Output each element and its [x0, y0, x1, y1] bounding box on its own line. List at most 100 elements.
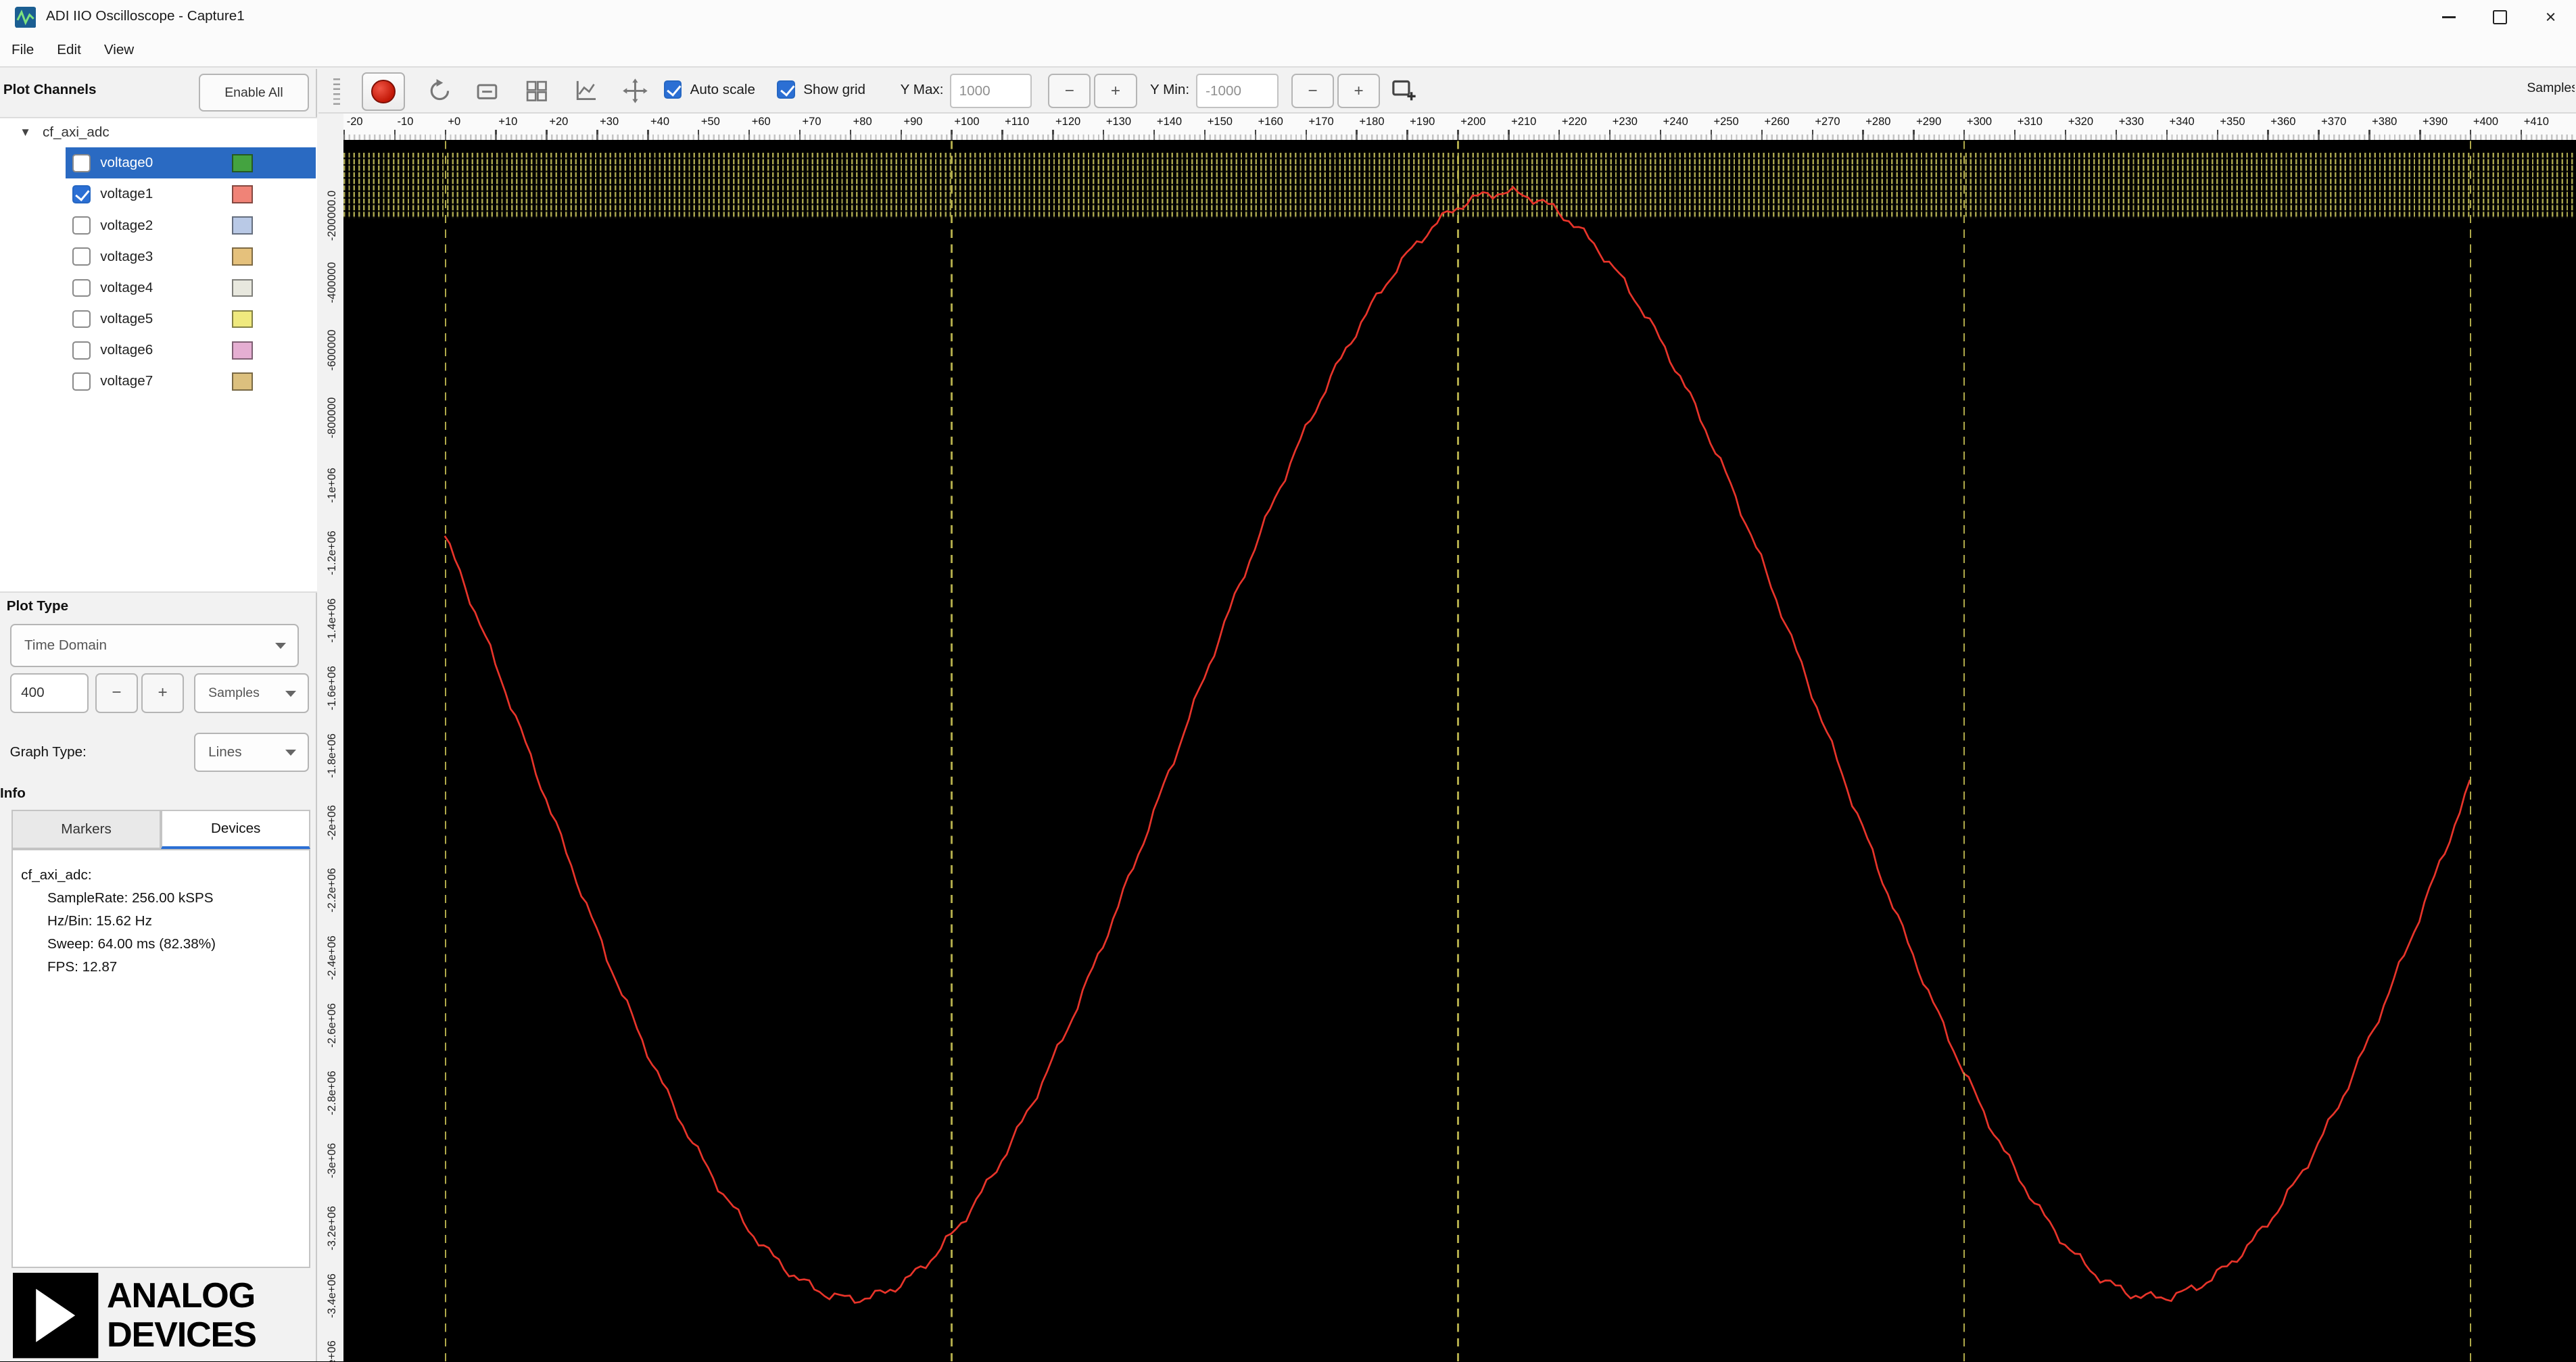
graph-type-select[interactable]: Lines	[193, 732, 309, 773]
tile-view-button[interactable]	[519, 74, 554, 108]
menu-file[interactable]: File	[0, 42, 45, 58]
x-tick	[1608, 129, 1611, 140]
y-max-decrement-button[interactable]: −	[1048, 74, 1091, 109]
y-tick-label: -1.6e+06	[325, 665, 338, 710]
show-grid-checkbox[interactable]	[777, 80, 796, 99]
y-tick-label: -2.4e+06	[325, 935, 338, 980]
x-tick	[2115, 129, 2118, 140]
tab-devices[interactable]: Devices	[161, 809, 311, 850]
minimize-button[interactable]	[2423, 0, 2474, 34]
channel-name: voltage4	[100, 279, 153, 295]
x-tick	[2318, 129, 2320, 140]
x-tick	[393, 129, 396, 140]
channel-row-voltage6[interactable]: voltage6	[0, 335, 317, 366]
y-min-increment-button[interactable]: +	[1337, 74, 1381, 109]
auto-fit-button[interactable]	[569, 74, 603, 108]
channel-row-voltage7[interactable]: voltage7	[0, 366, 317, 397]
y-tick-label: -3e+06	[325, 1142, 338, 1178]
info-tabs: Markers Devices	[11, 809, 311, 850]
x-tick-label: +30	[600, 115, 619, 128]
channel-row-voltage4[interactable]: voltage4	[0, 272, 317, 303]
sample-unit-select[interactable]: Samples	[193, 673, 309, 713]
y-max-input[interactable]: 1000	[949, 74, 1032, 109]
x-axis-unit-label[interactable]: Samples	[2527, 80, 2574, 96]
x-tick-label: +130	[1105, 115, 1132, 128]
sample-count-decrement-button[interactable]: −	[95, 673, 139, 713]
zoom-fit-button[interactable]	[422, 74, 456, 108]
channel-row-voltage5[interactable]: voltage5	[0, 303, 317, 335]
channel-row-voltage3[interactable]: voltage3	[0, 241, 317, 272]
channel-checkbox-voltage2[interactable]	[72, 216, 91, 235]
channel-row-voltage2[interactable]: voltage2	[0, 210, 317, 241]
plot-type-select[interactable]: Time Domain	[9, 624, 300, 667]
y-max-value: 1000	[959, 82, 991, 99]
channel-checkbox-voltage0[interactable]	[72, 153, 91, 172]
x-tick-label: +80	[853, 115, 872, 128]
channel-color-swatch	[231, 153, 254, 172]
channel-checkbox-voltage7[interactable]	[72, 372, 91, 391]
y-min-input[interactable]: -1000	[1196, 74, 1279, 109]
menu-view[interactable]: View	[93, 42, 145, 58]
sample-count-increment-button[interactable]: +	[141, 673, 185, 713]
x-tick-label: +210	[1511, 115, 1537, 128]
maximize-button[interactable]	[2475, 0, 2525, 34]
close-button[interactable]: ×	[2525, 0, 2576, 34]
x-tick-label: +310	[2017, 115, 2043, 128]
y-tick-label: -3.4e+06	[325, 1273, 338, 1318]
channel-checkbox-voltage4[interactable]	[72, 278, 91, 297]
vertical-gridline	[951, 139, 953, 1362]
device-name: cf_axi_adc	[42, 124, 110, 141]
channel-row-voltage1[interactable]: voltage1	[0, 178, 317, 210]
y-tick-label: -1.4e+06	[325, 598, 338, 643]
channel-name: voltage0	[100, 155, 153, 171]
y-tick-label: -2e+06	[325, 805, 338, 841]
x-tick	[1102, 129, 1105, 140]
x-tick	[1406, 129, 1408, 140]
x-tick-label: +380	[2372, 115, 2398, 128]
plot-area[interactable]	[343, 139, 2576, 1362]
channel-tree: ▼ cf_axi_adc voltage0 voltage1 voltage2 vol…	[0, 116, 317, 593]
app-icon	[14, 6, 37, 28]
sample-count-input[interactable]: 400	[9, 673, 89, 713]
zoom-out-button[interactable]	[470, 74, 504, 108]
x-tick	[1659, 129, 1662, 140]
channel-checkbox-voltage5[interactable]	[72, 310, 91, 329]
expander-icon[interactable]: ▼	[20, 126, 31, 139]
channel-checkbox-voltage6[interactable]	[72, 341, 91, 360]
x-tick-label: -10	[397, 115, 414, 128]
waveform-trace	[444, 185, 2471, 1304]
new-plot-button[interactable]	[1387, 72, 1421, 107]
y-min-decrement-button[interactable]: −	[1291, 74, 1335, 109]
channel-color-swatch	[231, 247, 254, 266]
enable-all-button[interactable]: Enable All	[199, 74, 309, 112]
y-max-increment-button[interactable]: +	[1094, 74, 1137, 109]
adi-logo-text: ANALOG DEVICES	[107, 1276, 257, 1359]
capture-button[interactable]	[361, 72, 406, 112]
x-tick-label: +290	[1916, 115, 1942, 128]
channel-color-swatch	[231, 216, 254, 235]
x-tick	[1963, 129, 1965, 140]
x-tick	[1356, 129, 1358, 140]
tab-markers[interactable]: Markers	[11, 809, 162, 850]
pan-button[interactable]	[618, 74, 652, 108]
x-tick	[495, 129, 497, 140]
auto-scale-checkbox[interactable]	[663, 80, 682, 99]
x-tick-label: +0	[448, 115, 461, 128]
x-tick	[1254, 129, 1257, 140]
channel-checkbox-voltage1[interactable]	[72, 185, 91, 203]
oscilloscope-window: ADI IIO Oscilloscope - Capture1 × File Ed…	[0, 0, 2576, 1362]
toolbar-grip[interactable]	[333, 77, 340, 105]
channel-row-voltage0[interactable]: voltage0	[0, 147, 317, 179]
device-tree-row[interactable]: ▼ cf_axi_adc	[0, 118, 317, 148]
sidebar: Plot Channels Enable All ▼ cf_axi_adc vo…	[0, 69, 317, 1362]
x-tick	[343, 129, 345, 140]
channel-color-swatch	[231, 372, 254, 391]
x-tick-label: +110	[1005, 115, 1030, 128]
x-tick-label: +320	[2068, 115, 2094, 128]
y-tick-label: -200000.0	[325, 190, 338, 241]
plot-type-value: Time Domain	[24, 637, 107, 653]
channel-checkbox-voltage3[interactable]	[72, 247, 91, 266]
x-tick-label: +360	[2270, 115, 2296, 128]
y-tick-label: -2.8e+06	[325, 1071, 338, 1115]
menu-edit[interactable]: Edit	[45, 42, 93, 58]
